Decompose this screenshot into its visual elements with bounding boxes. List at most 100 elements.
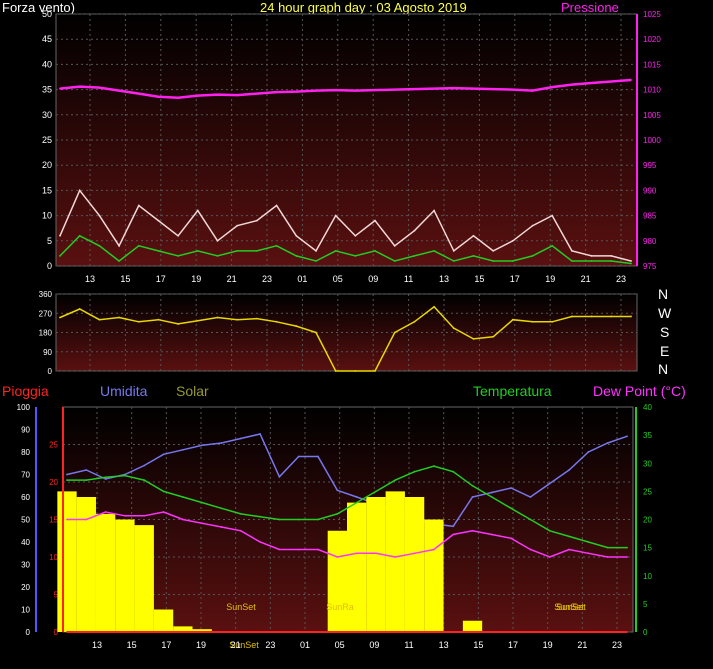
rain-line-point bbox=[471, 631, 474, 633]
wind_avg-line-point bbox=[492, 260, 495, 262]
direction-line-point bbox=[354, 370, 357, 372]
pressure-line-point bbox=[354, 89, 357, 92]
humidity-y-tick-label: 10 bbox=[21, 606, 30, 615]
wind_avg-line-point bbox=[433, 249, 436, 252]
bottom-x-tick-label: 09 bbox=[369, 640, 379, 650]
humidity-y-tick-label: 90 bbox=[21, 426, 30, 435]
rain-line-point bbox=[239, 631, 242, 633]
gust-line-point bbox=[216, 239, 219, 242]
direction-y-tick-label: 360 bbox=[39, 290, 53, 299]
direction-line-point bbox=[177, 323, 180, 325]
rain-line-point bbox=[278, 631, 281, 633]
pressure-line-point bbox=[59, 87, 61, 90]
wind_avg-line-point bbox=[511, 260, 514, 262]
bottom-x-tick-label: 17 bbox=[161, 640, 171, 650]
dewpoint-line-point bbox=[548, 556, 551, 558]
bottom-x-tick-label: 11 bbox=[404, 640, 413, 650]
humidity-y-tick-label: 30 bbox=[21, 561, 30, 570]
temperature-line-point bbox=[162, 490, 165, 493]
direction-line-point bbox=[216, 316, 219, 319]
dewpoint-line-point bbox=[239, 529, 242, 532]
direction-line-point bbox=[78, 308, 81, 310]
solar-bar bbox=[153, 609, 174, 632]
dewpoint-line-point bbox=[85, 518, 88, 521]
wind_avg-line-point bbox=[78, 234, 81, 237]
dewpoint-line-point bbox=[606, 556, 609, 558]
wind_avg-line-point bbox=[275, 244, 278, 247]
gust-line-point bbox=[196, 209, 199, 212]
humidity-line-point bbox=[220, 442, 223, 444]
dewpoint-line-point bbox=[66, 518, 68, 521]
wind_avg-line-point bbox=[59, 255, 61, 257]
direction-line-point bbox=[295, 325, 298, 327]
temperature-line-point bbox=[355, 501, 358, 504]
humidity-line-point bbox=[239, 437, 242, 440]
wind_avg-line-point bbox=[610, 260, 613, 262]
temperature-line-point bbox=[587, 541, 590, 543]
gust-line-point bbox=[137, 204, 140, 207]
dewpoint-line-point bbox=[162, 511, 165, 513]
gust-line-point bbox=[236, 224, 239, 227]
pressure-line-point bbox=[118, 89, 120, 92]
wind_avg-line-point bbox=[196, 249, 199, 252]
bottom-x-tick-label: 17 bbox=[508, 640, 518, 650]
bottom-x-tick-label: 13 bbox=[92, 640, 102, 650]
humidity-line-point bbox=[85, 469, 88, 471]
humidity-line-point bbox=[510, 487, 513, 489]
dewpoint-line-point bbox=[104, 511, 107, 513]
humidity-line-point bbox=[278, 475, 281, 478]
pressure-y-tick-label: 1025 bbox=[643, 10, 661, 19]
temperature-line-point bbox=[104, 476, 107, 479]
pressure-line-point bbox=[472, 87, 475, 90]
gust-line-point bbox=[531, 224, 534, 227]
top-x-tick-label: 21 bbox=[227, 274, 237, 284]
temperature-y-tick-label: 30 bbox=[643, 459, 652, 468]
humidity-line-point bbox=[181, 448, 184, 451]
dewpoint-line-point bbox=[317, 548, 319, 551]
pressure-line-point bbox=[78, 85, 81, 88]
rain-line-point bbox=[355, 631, 358, 633]
sun-event-label: SunRa bbox=[326, 602, 354, 612]
pressure-line-point bbox=[216, 93, 219, 96]
wind-y-tick-label: 5 bbox=[47, 236, 52, 246]
rain-line-point bbox=[548, 631, 551, 633]
rain-line-point bbox=[259, 631, 262, 633]
humidity-line-point bbox=[587, 451, 590, 453]
bottom-x-tick-label: 19 bbox=[196, 640, 206, 650]
wind_avg-line-point bbox=[571, 260, 573, 262]
rain-line-point bbox=[220, 631, 223, 633]
pressure-line-point bbox=[196, 94, 199, 97]
wind_avg-line-point bbox=[354, 255, 357, 257]
temperature-line-point bbox=[452, 470, 455, 473]
wind_avg-line-point bbox=[315, 260, 317, 262]
gust-line-point bbox=[59, 234, 61, 237]
temperature-line-point bbox=[336, 512, 339, 515]
humidity-y-tick-label: 20 bbox=[21, 583, 30, 592]
top-x-tick-label: 09 bbox=[368, 274, 378, 284]
rain-line-point bbox=[201, 631, 204, 633]
rain-line-point bbox=[162, 631, 165, 633]
bottom-x-tick-label: 19 bbox=[543, 640, 553, 650]
direction-line-point bbox=[157, 318, 160, 321]
temperature-line-point bbox=[548, 529, 551, 532]
pressure-y-tick-label: 1015 bbox=[643, 60, 661, 69]
rain-line-point bbox=[568, 631, 570, 633]
wind-y-tick-label: 25 bbox=[42, 135, 52, 145]
humidity-line-point bbox=[452, 525, 455, 528]
dewpoint-line-point bbox=[143, 514, 146, 517]
solar-bar bbox=[404, 497, 425, 632]
dewpoint-line-point bbox=[568, 548, 570, 551]
direction-line-point bbox=[334, 370, 337, 372]
wind_avg-line-point bbox=[137, 244, 140, 247]
direction-line-point bbox=[511, 318, 514, 321]
direction-line-point bbox=[413, 320, 416, 323]
temperature-line-point bbox=[375, 490, 377, 493]
dewpoint-line-point bbox=[278, 548, 281, 551]
temperature-y-tick-label: 15 bbox=[643, 544, 652, 553]
gust-line-point bbox=[472, 234, 475, 237]
humidity-y-tick-label: 70 bbox=[21, 471, 30, 480]
dewpoint-line-point bbox=[626, 556, 628, 558]
top-x-tick-label: 17 bbox=[510, 274, 520, 284]
direction-line-point bbox=[472, 338, 475, 340]
temperature-y-tick-label: 40 bbox=[643, 403, 652, 412]
